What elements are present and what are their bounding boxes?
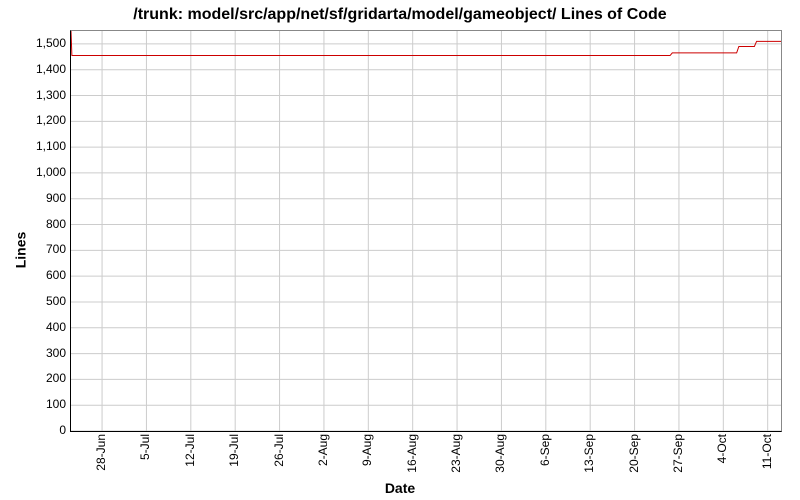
x-tick-label: 26-Jul <box>272 434 286 467</box>
y-tick-label: 900 <box>16 191 66 205</box>
x-tick-label: 9-Aug <box>360 434 374 466</box>
y-tick-label: 800 <box>16 217 66 231</box>
x-tick-label: 2-Aug <box>316 434 330 466</box>
y-tick-label: 1,000 <box>16 165 66 179</box>
gridlines <box>71 31 781 431</box>
loc-chart: /trunk: model/src/app/net/sf/gridarta/mo… <box>0 0 800 500</box>
y-tick-label: 1,200 <box>16 113 66 127</box>
y-tick-label: 400 <box>16 320 66 334</box>
chart-title: /trunk: model/src/app/net/sf/gridarta/mo… <box>0 6 800 24</box>
y-tick-label: 1,400 <box>16 62 66 76</box>
x-tick-label: 5-Jul <box>138 434 152 460</box>
series-group <box>71 31 781 56</box>
y-tick-label: 700 <box>16 242 66 256</box>
x-tick-label: 12-Jul <box>183 434 197 467</box>
x-tick-label: 6-Sep <box>538 434 552 466</box>
x-tick-label: 16-Aug <box>405 434 419 473</box>
x-tick-label: 23-Aug <box>449 434 463 473</box>
y-tick-label: 1,500 <box>16 36 66 50</box>
x-tick-label: 28-Jun <box>94 434 108 471</box>
x-tick-label: 11-Oct <box>760 434 774 469</box>
y-tick-label: 200 <box>16 371 66 385</box>
x-axis-label: Date <box>0 480 800 496</box>
x-tick-label: 19-Jul <box>227 434 241 467</box>
y-tick-label: 500 <box>16 294 66 308</box>
series-line <box>71 31 781 56</box>
y-tick-label: 100 <box>16 397 66 411</box>
y-tick-label: 300 <box>16 346 66 360</box>
y-tick-label: 1,300 <box>16 88 66 102</box>
x-tick-label: 20-Sep <box>627 434 641 473</box>
plot-svg <box>71 31 781 431</box>
x-tick-label: 27-Sep <box>671 434 685 473</box>
y-tick-label: 1,100 <box>16 139 66 153</box>
x-tick-label: 4-Oct <box>715 434 729 463</box>
plot-area <box>70 30 782 432</box>
y-tick-label: 600 <box>16 268 66 282</box>
x-tick-label: 30-Aug <box>493 434 507 473</box>
y-tick-label: 0 <box>16 423 66 437</box>
x-tick-label: 13-Sep <box>582 434 596 473</box>
